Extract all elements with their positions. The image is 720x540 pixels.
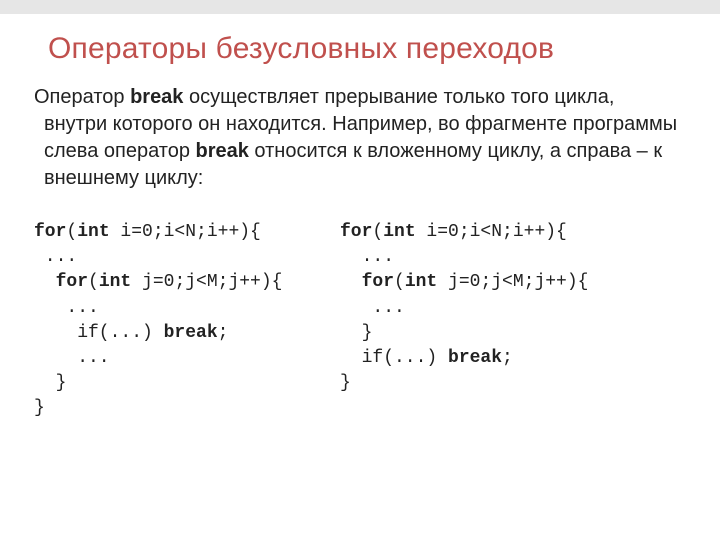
code-l-l3c: (	[88, 272, 99, 292]
code-l-l6: ...	[34, 348, 110, 368]
code-right: for(int i=0;i<N;i++){ ... for(int j=0;j<…	[340, 220, 640, 422]
code-l-l2: ...	[34, 247, 77, 267]
slide: Операторы безусловных переходов Оператор…	[0, 0, 720, 540]
code-l-l5a: if(...)	[34, 323, 164, 343]
code-left: for(int i=0;i<N;i++){ ... for(int j=0;j<…	[34, 220, 334, 422]
top-bar	[0, 0, 720, 14]
code-r-l4: ...	[340, 298, 405, 318]
code-l-l1d: i=0;i<N;i++){	[110, 222, 261, 242]
slide-title: Операторы безусловных переходов	[48, 32, 720, 66]
code-r-l3b: for	[362, 272, 394, 292]
code-l-l3e: j=0;j<M;j++){	[131, 272, 282, 292]
code-r-l3e: j=0;j<M;j++){	[437, 272, 588, 292]
code-l-l1b: (	[66, 222, 77, 242]
code-r-l1d: i=0;i<N;i++){	[416, 222, 567, 242]
code-r-l1a: for	[340, 222, 372, 242]
para-bold1: break	[130, 86, 183, 108]
code-columns: for(int i=0;i<N;i++){ ... for(int j=0;j<…	[34, 220, 720, 422]
code-r-l2: ...	[340, 247, 394, 267]
code-l-l3d: int	[99, 272, 131, 292]
code-l-l7: }	[34, 373, 66, 393]
code-l-l1c: int	[77, 222, 109, 242]
para-pre1: Оператор	[34, 86, 130, 108]
code-r-l6a: if(...)	[340, 348, 448, 368]
body-paragraph: Оператор break осуществляет прерывание т…	[34, 84, 682, 192]
code-r-l6b: break	[448, 348, 502, 368]
code-r-l3d: int	[405, 272, 437, 292]
code-r-l3c: (	[394, 272, 405, 292]
code-r-l5: }	[340, 323, 372, 343]
code-l-l8: }	[34, 398, 45, 418]
code-r-l6c: ;	[502, 348, 513, 368]
code-l-l3b: for	[56, 272, 88, 292]
code-r-l3a	[340, 272, 362, 292]
code-r-l7: }	[340, 373, 351, 393]
code-r-l1b: (	[372, 222, 383, 242]
code-l-l5b: break	[164, 323, 218, 343]
code-l-l4: ...	[34, 298, 99, 318]
code-l-l5c: ;	[218, 323, 229, 343]
code-l-l1a: for	[34, 222, 66, 242]
code-l-l3a	[34, 272, 56, 292]
code-r-l1c: int	[383, 222, 415, 242]
para-bold2: break	[196, 140, 249, 162]
